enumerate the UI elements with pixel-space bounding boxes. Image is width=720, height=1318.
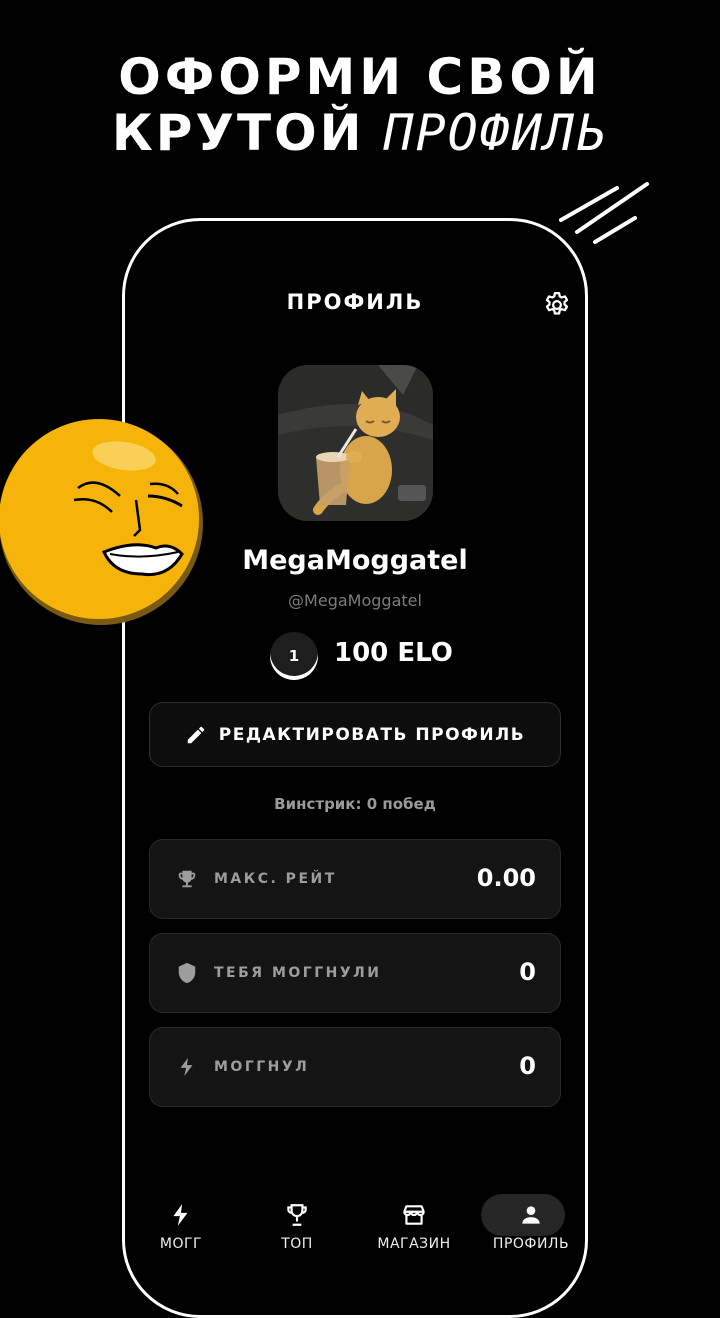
promo-title-bold: КРУТОЙ — [111, 104, 365, 162]
rank-number: 1 — [288, 647, 300, 665]
smug-face-icon — [0, 419, 203, 625]
avatar-image — [278, 365, 433, 521]
promo-title-handwritten: ПРОФИЛЬ — [383, 104, 609, 162]
stat-value: 0 — [519, 958, 536, 986]
stat-value: 0 — [519, 1052, 536, 1080]
trophy-icon — [287, 1204, 307, 1226]
nav-item-mogg[interactable]: МОГГ — [126, 1190, 236, 1252]
stat-card-max-rating: МАКС. РЕЙТ 0.00 — [149, 839, 561, 919]
stat-label: МАКС. РЕЙТ — [214, 871, 337, 887]
nav-label: МОГГ — [159, 1236, 203, 1252]
stat-label: ТЕБЯ МОГГНУЛИ — [214, 965, 382, 981]
stat-card-got-mogged: ТЕБЯ МОГГНУЛИ 0 — [149, 933, 561, 1013]
decor-strokes-icon — [559, 182, 649, 244]
nav-label: МАГАЗИН — [377, 1236, 451, 1252]
edit-profile-button[interactable]: РЕДАКТИРОВАТЬ ПРОФИЛЬ — [149, 702, 561, 767]
nav-item-store[interactable]: МАГАЗИН — [359, 1190, 469, 1252]
page-title: ПРОФИЛЬ — [286, 290, 424, 314]
elo-rating: 100 ELO — [334, 638, 453, 668]
winstreak-text: Винстрик: 0 побед — [274, 795, 436, 813]
pencil-icon — [187, 726, 205, 743]
bolt-icon — [173, 1204, 188, 1226]
trophy-icon — [178, 870, 196, 888]
nav-label: ТОП — [281, 1236, 313, 1252]
stat-label: МОГГНУЛ — [214, 1059, 310, 1075]
bolt-icon — [180, 1057, 193, 1077]
nav-item-top[interactable]: ТОП — [242, 1190, 352, 1252]
rank-badge: 1 — [270, 632, 318, 680]
promo-title-line1: ОФОРМИ СВОЙ — [118, 48, 602, 106]
gear-icon[interactable] — [542, 290, 572, 320]
bottom-nav: МОГГ ТОП МАГАЗИН ПРОФИЛЬ — [122, 1190, 588, 1270]
promo-title-line2: КРУТОЙ ПРОФИЛЬ — [0, 106, 720, 160]
shield-icon — [178, 962, 196, 984]
person-icon — [522, 1206, 540, 1224]
edit-profile-label: РЕДАКТИРОВАТЬ ПРОФИЛЬ — [218, 724, 526, 745]
avatar[interactable] — [278, 365, 433, 521]
store-icon — [403, 1205, 425, 1225]
nav-label: ПРОФИЛЬ — [492, 1236, 570, 1252]
stat-value: 0.00 — [476, 864, 536, 892]
nav-item-profile[interactable]: ПРОФИЛЬ — [476, 1190, 586, 1252]
stat-card-mogged: МОГГНУЛ 0 — [149, 1027, 561, 1107]
